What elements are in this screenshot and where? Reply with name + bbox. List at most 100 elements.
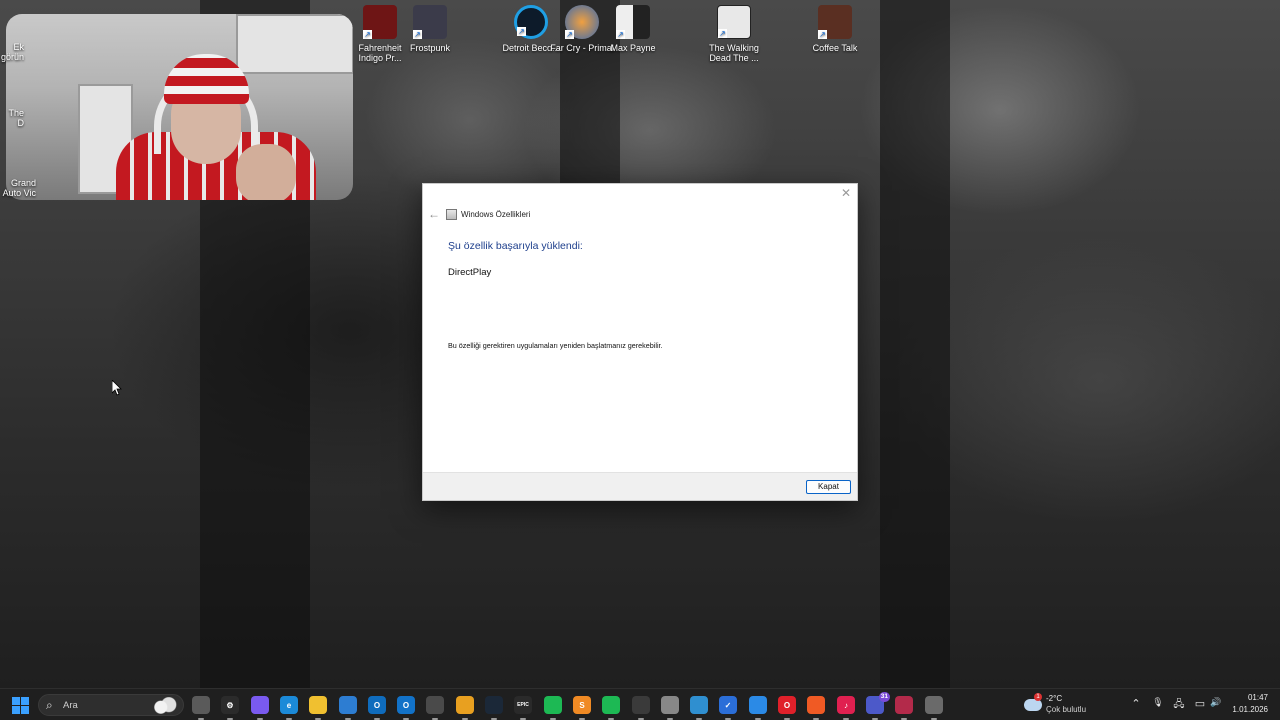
search-icon: ⌕ bbox=[46, 698, 53, 712]
desktop-icon-coffee-talk[interactable]: ↗ Coffee Talk bbox=[803, 5, 867, 53]
desktop-icon-label: Frostpunk bbox=[409, 43, 451, 53]
network-icon[interactable]: 🖧 bbox=[1172, 697, 1186, 713]
taskbar-app-file-explorer[interactable] bbox=[309, 696, 327, 720]
mouse-cursor-icon bbox=[112, 380, 122, 396]
dialog-close-icon[interactable]: ✕ bbox=[839, 186, 853, 200]
restart-note: Bu özelliği gerektiren uygulamaları yeni… bbox=[448, 341, 663, 350]
start-button[interactable] bbox=[12, 697, 29, 714]
windows-logo-icon bbox=[12, 697, 20, 705]
taskbar-app-browser-globe[interactable] bbox=[690, 696, 708, 720]
weather-alert-badge: 1 bbox=[1034, 693, 1042, 701]
taskbar-app-spotify[interactable] bbox=[602, 696, 620, 720]
taskbar-app-steam[interactable] bbox=[485, 696, 503, 720]
far-cry-primal-icon: ↗ bbox=[565, 5, 599, 39]
taskbar-app-nordvpn[interactable] bbox=[661, 696, 679, 720]
taskbar-app-xbox-game-bar[interactable] bbox=[544, 696, 562, 720]
copilot-icon: ⚙ bbox=[226, 700, 234, 710]
taskbar-app-brave[interactable] bbox=[807, 696, 825, 720]
outlook-new-icon: O bbox=[402, 700, 410, 710]
desktop-icon-max-payne[interactable]: ↗ Max Payne bbox=[601, 5, 665, 53]
dialog-footer: Kapat bbox=[423, 472, 857, 500]
taskbar: ⌕ Ara ⚙ e O O EPIC S ✓ O ♪ 31 1 -2°C Çok bulutlu … bbox=[0, 688, 1280, 720]
taskbar-app-copilot[interactable]: ⚙ bbox=[221, 696, 239, 720]
shortcut-arrow-icon: ↗ bbox=[718, 29, 727, 38]
taskbar-app-todo[interactable]: ✓ bbox=[719, 696, 737, 720]
shortcut-arrow-icon: ↗ bbox=[363, 30, 372, 39]
epic-games-icon: EPIC bbox=[517, 702, 529, 708]
installed-feature-name: DirectPlay bbox=[448, 267, 492, 278]
shortcut-arrow-icon: ↗ bbox=[616, 30, 625, 39]
success-heading: Şu özellik başarıyla yüklendi: bbox=[448, 240, 583, 252]
desktop-icon-label: Fahrenheit Indigo Pr... bbox=[358, 43, 402, 63]
weather-condition: Çok bulutlu bbox=[1046, 705, 1087, 714]
taskbar-app-task-view[interactable] bbox=[192, 696, 210, 720]
desktop-icon-label: Max Payne bbox=[610, 43, 656, 53]
taskbar-app-obs[interactable] bbox=[632, 696, 650, 720]
notification-badge: 31 bbox=[878, 692, 890, 702]
back-arrow-icon[interactable]: ← bbox=[428, 207, 442, 221]
taskbar-app-teams[interactable]: 31 bbox=[866, 692, 890, 720]
taskbar-app-photos[interactable] bbox=[895, 696, 913, 720]
taskbar-app-sublime[interactable]: S bbox=[573, 696, 591, 720]
taskbar-app-calculator[interactable] bbox=[426, 696, 444, 720]
todo-icon: ✓ bbox=[724, 700, 732, 710]
desktop-icon-edge-3[interactable]: Grand Auto Vic bbox=[0, 178, 36, 198]
clock-date: 1.01.2026 bbox=[1232, 705, 1268, 714]
shortcut-arrow-icon: ↗ bbox=[565, 30, 574, 39]
desktop-icon-label: Grand Auto Vic bbox=[2, 178, 36, 198]
clock-time: 01:47 bbox=[1247, 693, 1268, 702]
fahrenheit-icon: ↗ bbox=[363, 5, 397, 39]
weather-temperature: -2°C bbox=[1046, 694, 1063, 703]
outlook-icon: O bbox=[373, 700, 381, 710]
taskbar-app-epic-games[interactable]: EPIC bbox=[514, 696, 532, 720]
dialog-titlebar: ← Windows Özellikleri bbox=[428, 207, 530, 221]
tiktok-icon: ♪ bbox=[844, 700, 848, 710]
taskbar-clock[interactable]: 01:47 1.01.2026 bbox=[1232, 693, 1268, 714]
taskbar-app-edge[interactable]: e bbox=[280, 696, 298, 720]
microphone-icon[interactable]: 🎙 bbox=[1151, 697, 1165, 713]
search-placeholder: Ara bbox=[63, 700, 78, 711]
desktop-icon-label: The D bbox=[8, 108, 24, 128]
taskbar-app-outlook[interactable]: O bbox=[368, 696, 386, 720]
taskbar-app-opera[interactable]: O bbox=[778, 696, 796, 720]
taskbar-app-store[interactable] bbox=[339, 696, 357, 720]
windows-logo-icon bbox=[21, 706, 29, 714]
frostpunk-icon: ↗ bbox=[413, 5, 447, 39]
taskbar-app-tiktok[interactable]: ♪ bbox=[837, 696, 855, 720]
shortcut-arrow-icon: ↗ bbox=[818, 30, 827, 39]
desktop-icon-frostpunk[interactable]: ↗ Frostpunk bbox=[398, 5, 462, 53]
streamer-hand bbox=[236, 144, 296, 200]
close-button[interactable]: Kapat bbox=[806, 480, 851, 494]
windows-features-icon bbox=[446, 208, 457, 220]
dialog-title: Windows Özellikleri bbox=[461, 209, 531, 219]
taskbar-app-copilot-alt[interactable] bbox=[251, 696, 269, 720]
windows-features-dialog: ✕ ← Windows Özellikleri Şu özellik başar… bbox=[422, 183, 858, 501]
desktop-icon-edge-1[interactable]: Ek görün bbox=[0, 42, 24, 62]
desktop-icon-edge-2[interactable]: The D bbox=[0, 108, 24, 128]
opera-icon: O bbox=[783, 700, 791, 710]
taskbar-app-messenger[interactable] bbox=[749, 696, 767, 720]
taskbar-search-box[interactable]: ⌕ Ara bbox=[38, 694, 184, 716]
background-shelf bbox=[236, 14, 353, 74]
sublime-icon: S bbox=[579, 700, 585, 710]
display-icon[interactable]: ▭ bbox=[1193, 697, 1207, 713]
show-hidden-icons-chevron-icon[interactable]: ⌃ bbox=[1129, 697, 1143, 713]
detroit-icon: ↗ bbox=[514, 5, 548, 39]
windows-logo-icon bbox=[21, 697, 29, 705]
taskbar-app-outlook-new[interactable]: O bbox=[397, 696, 415, 720]
search-highlight-cloud-icon bbox=[148, 697, 180, 714]
volume-icon[interactable]: 🔊 bbox=[1209, 697, 1223, 713]
windows-logo-icon bbox=[12, 706, 20, 714]
coffee-talk-icon: ↗ bbox=[818, 5, 852, 39]
shortcut-arrow-icon: ↗ bbox=[413, 30, 422, 39]
walking-dead-icon: ↗ bbox=[717, 5, 751, 39]
desktop-icon-label: Ek görün bbox=[0, 42, 24, 62]
taskbar-app-chrome[interactable] bbox=[456, 696, 474, 720]
max-payne-icon: ↗ bbox=[616, 5, 650, 39]
desktop-icon-label: The Walking Dead The ... bbox=[709, 43, 759, 63]
desktop-icon-walking-dead[interactable]: ↗ The Walking Dead The ... bbox=[702, 5, 766, 63]
taskbar-app-notepad[interactable] bbox=[925, 696, 943, 720]
wallpaper-shadow-right bbox=[880, 0, 950, 688]
desktop-icon-label: Coffee Talk bbox=[812, 43, 858, 53]
edge-icon: e bbox=[286, 700, 292, 710]
